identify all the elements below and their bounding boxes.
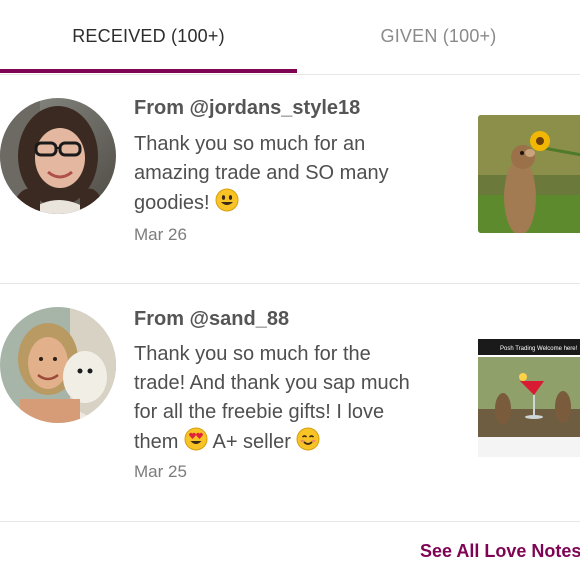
thumbnail-caption: Posh Trading Welcome here!	[500, 346, 578, 352]
note-message-text: A+ seller	[212, 431, 291, 453]
note-sender[interactable]: From @sand_88	[134, 308, 289, 331]
note-message-line: amazing trade and SO many	[134, 162, 389, 184]
note-message-line: Thank you so much for the	[134, 343, 371, 365]
active-tab-indicator	[0, 69, 297, 73]
avatar[interactable]	[0, 307, 116, 423]
tab-given[interactable]: GIVEN (100+)	[297, 0, 580, 72]
note-message-text: goodies!	[134, 192, 210, 214]
tab-given-label: GIVEN (100+)	[380, 25, 497, 46]
love-note-item: From @sand_88 Thank you so much for the …	[0, 284, 580, 522]
note-date: Mar 25	[134, 462, 187, 481]
blush-smile-emoji-icon	[296, 427, 320, 460]
note-message-line: them A+ seller	[134, 427, 464, 460]
note-message-line: for all the freebie gifts! I love	[134, 401, 385, 423]
note-sender[interactable]: From @jordans_style18	[134, 97, 360, 120]
see-all-love-notes-link[interactable]: See All Love Notes	[420, 541, 580, 562]
heart-eyes-emoji-icon	[184, 427, 208, 460]
note-message-line: trade! And thank you sap much	[134, 372, 410, 394]
tab-received-label: RECEIVED (100+)	[72, 25, 225, 46]
note-date: Mar 26	[134, 225, 187, 244]
tab-received[interactable]: RECEIVED (100+)	[0, 0, 297, 72]
note-message-line: Thank you so much for an	[134, 133, 366, 155]
smile-emoji-icon	[215, 188, 239, 221]
note-message-text: them	[134, 431, 179, 453]
love-note-item: From @jordans_style18 Thank you so much …	[0, 75, 580, 284]
listing-thumbnail[interactable]	[478, 115, 580, 233]
note-message: Thank you so much for the trade! And tha…	[134, 340, 464, 460]
love-notes-tabs: RECEIVED (100+) GIVEN (100+)	[0, 0, 580, 75]
avatar[interactable]	[0, 98, 116, 214]
listing-thumbnail[interactable]: Posh Trading Welcome here!	[478, 339, 580, 457]
note-message-line: goodies!	[134, 188, 464, 221]
note-message: Thank you so much for an amazing trade a…	[134, 130, 464, 221]
